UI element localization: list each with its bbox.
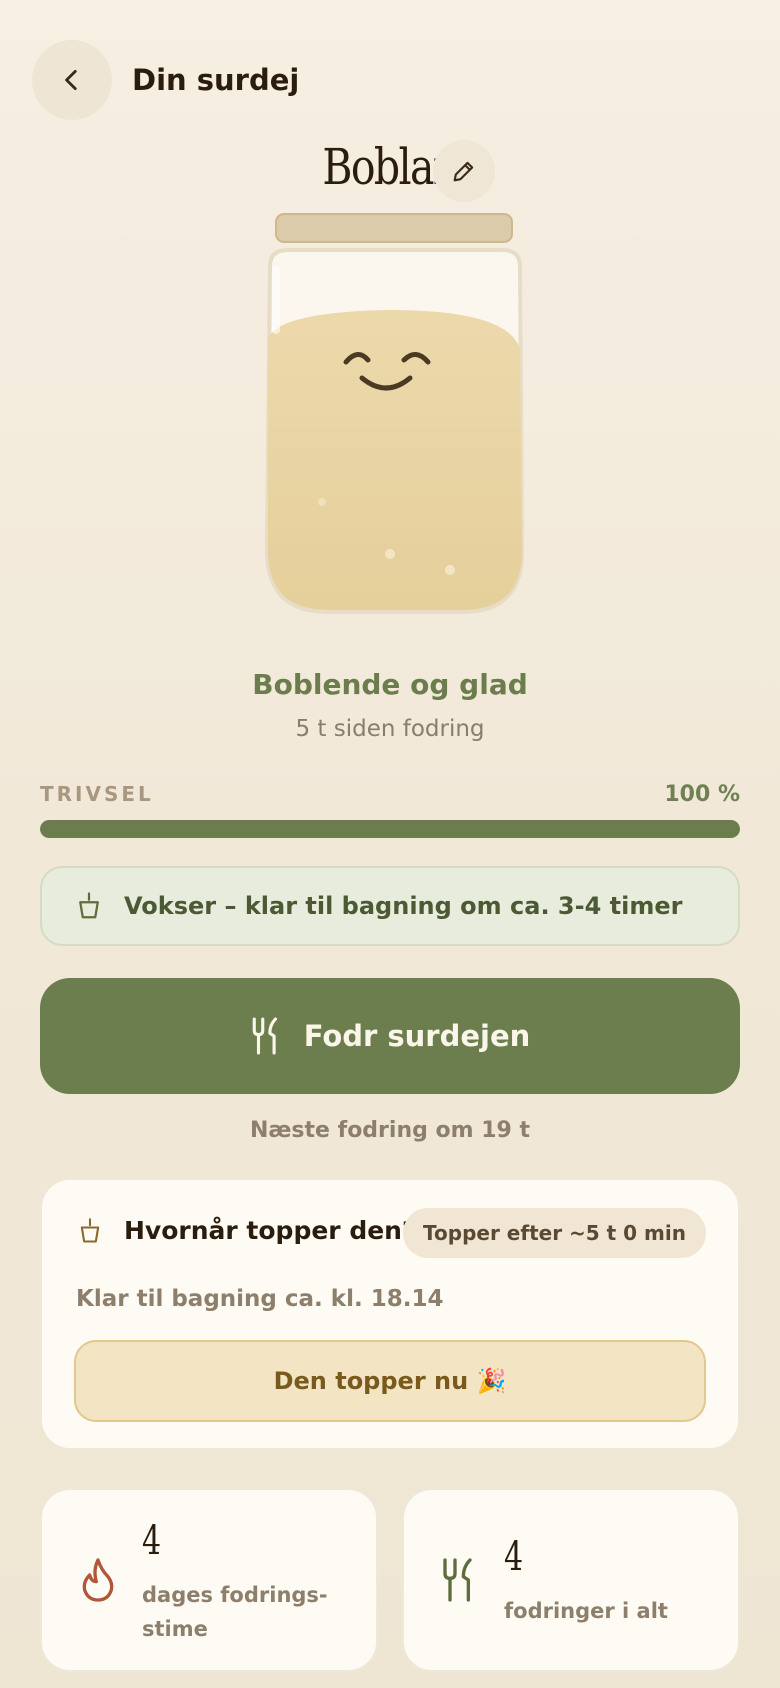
ready-time-text: Klar til bagning ca. kl. 18.14 [76, 1286, 444, 1312]
back-button[interactable] [32, 40, 112, 120]
jar-icon [80, 1217, 100, 1243]
status-title: Boblende og glad [252, 668, 528, 701]
starter-name-row: Boblan [0, 138, 780, 208]
pencil-icon [453, 161, 474, 182]
last-fed-text: 5 t siden fodring [295, 716, 485, 742]
wellbeing-bar-fill [40, 820, 740, 838]
streak-number: 4 [142, 1518, 162, 1564]
wellbeing-value: 100 % [664, 782, 740, 807]
dough-fill [268, 310, 522, 610]
peak-card-title: Hvornår topper den? [124, 1216, 417, 1245]
wellbeing-bar [40, 820, 740, 838]
growth-info-pill: Vokser – klar til bagning om ca. 3-4 tim… [40, 866, 740, 946]
peak-card: Hvornår topper den? Topper efter ~5 t 0 … [40, 1178, 740, 1450]
streak-label: dages fodrings- stime [142, 1583, 328, 1641]
total-feedings-stat-card: 4 fodringer i alt [402, 1488, 740, 1672]
starter-name: Boblan [322, 138, 459, 196]
flame-icon [82, 1558, 114, 1602]
starter-jar-illustration [264, 213, 525, 614]
chevron-left-icon [65, 69, 77, 91]
jar-lid [275, 213, 513, 243]
feedings-number: 4 [504, 1534, 524, 1580]
fork-knife-icon [443, 1558, 472, 1602]
edit-name-button[interactable] [433, 140, 495, 202]
feed-button-label: Fodr surdejen [303, 1019, 531, 1053]
next-feeding-text: Næste fodring om 19 t [249, 1118, 531, 1143]
wellbeing-label: TRIVSEL [40, 782, 154, 806]
feed-button[interactable]: Fodr surdejen [40, 978, 740, 1094]
streak-stat-card: 4 dages fodrings- stime [40, 1488, 378, 1672]
fork-knife-icon [252, 1017, 277, 1055]
peak-time-badge: Topper efter ~5 t 0 min [403, 1208, 706, 1258]
page-title: Din surdej [132, 63, 300, 97]
growth-info-text: Vokser – klar til bagning om ca. 3-4 tim… [124, 892, 683, 920]
feedings-label: fodringer i alt [504, 1599, 668, 1623]
jar-icon [79, 892, 99, 919]
peaks-now-button[interactable]: Den topper nu 🎉 [74, 1340, 706, 1422]
header: Din surdej [32, 40, 299, 120]
peak-card-header: Hvornår topper den? [76, 1216, 416, 1245]
